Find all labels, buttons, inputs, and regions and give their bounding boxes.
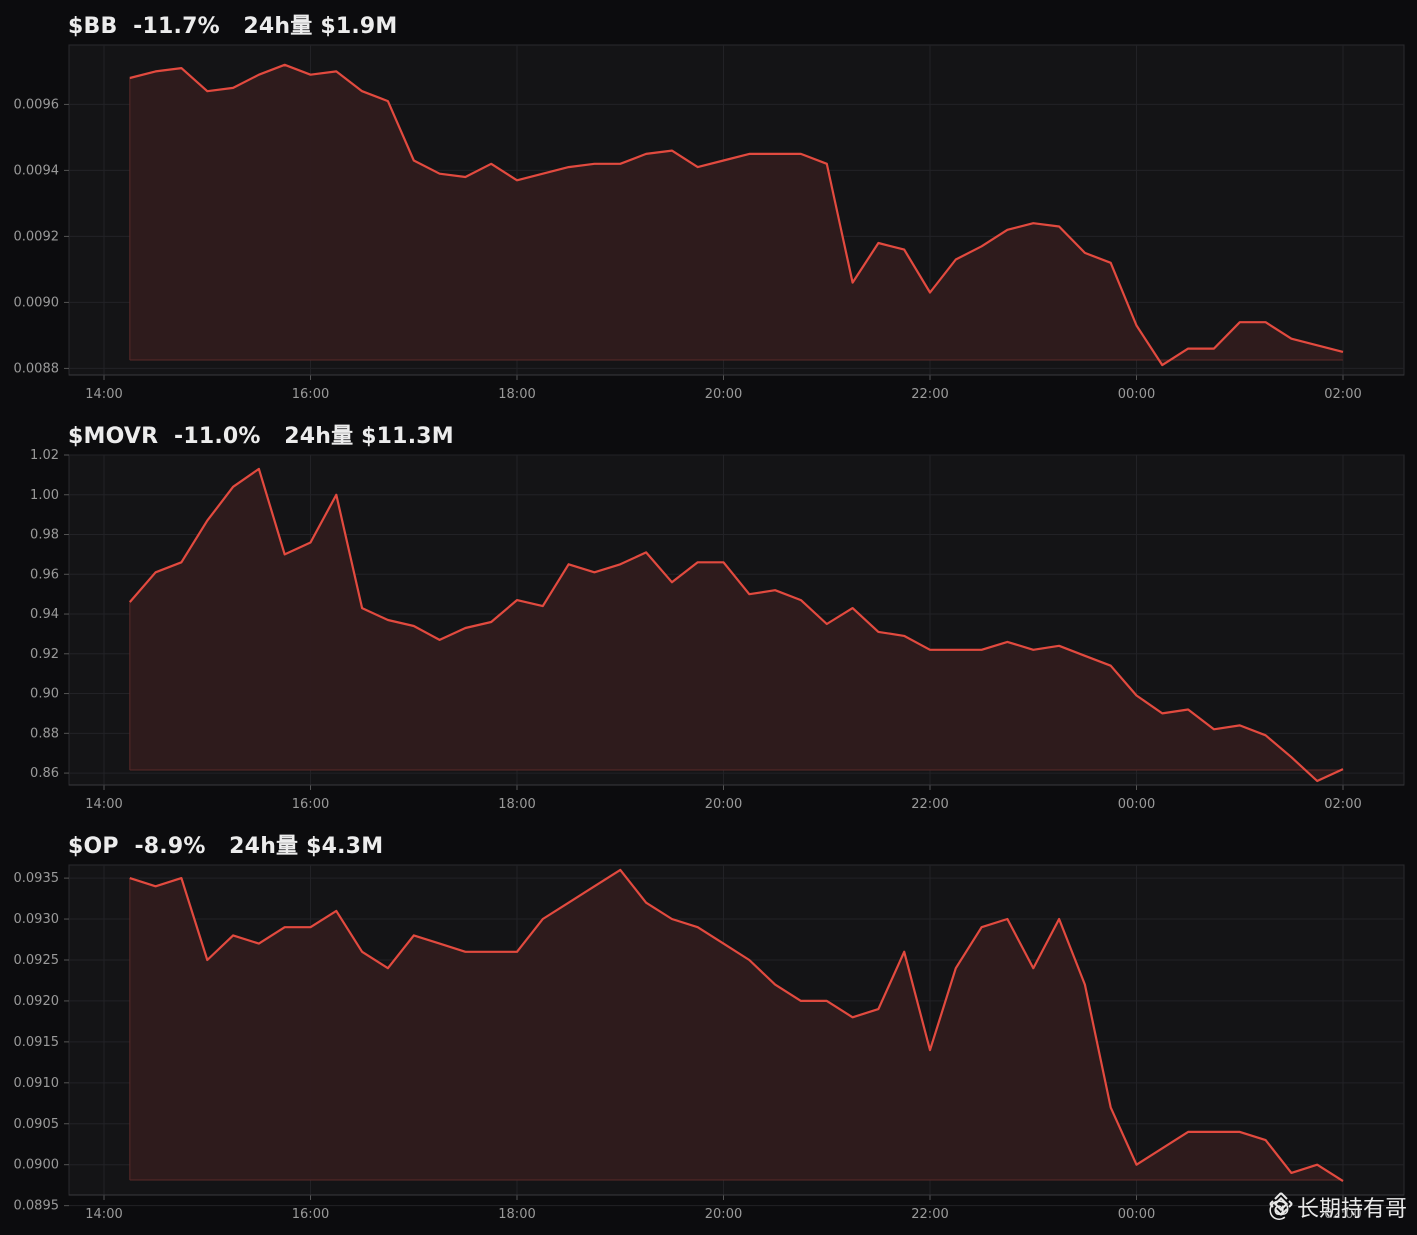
x-tick-label: 16:00	[292, 1207, 329, 1222]
chart-op: $OP -8.9% 24h量 $4.3M 0.0895 0.0900 0.0905 0…	[0, 820, 1417, 1230]
y-tick-label: 0.92	[30, 647, 59, 662]
x-tick-label: 14:00	[85, 1207, 122, 1222]
x-tick-label: 00:00	[1118, 1207, 1155, 1222]
chart-svg-movr: 0.86 0.88 0.90 0.92 0.94 0.96 0.98 1.00 1.02 14:0…	[30, 448, 1405, 812]
y-tick-label: 0.0930	[14, 912, 60, 927]
x-tick-label: 18:00	[498, 387, 535, 402]
x-tick-label: 00:00	[1118, 387, 1155, 402]
y-tick-label: 0.94	[30, 607, 59, 622]
x-tick-label: 14:00	[85, 797, 122, 812]
x-tick-label: 02:00	[1324, 387, 1361, 402]
chart-svg-op: 0.0895 0.0900 0.0905 0.0910 0.0915 0.0920 0.09…	[14, 864, 1405, 1222]
y-tick-label: 0.0910	[14, 1076, 60, 1091]
y-tick-label: 0.0092	[14, 229, 60, 244]
y-tick-label: 0.0088	[14, 361, 60, 376]
y-tick-label: 1.00	[30, 488, 59, 503]
x-tick-label: 22:00	[911, 1207, 948, 1222]
x-tick-label: 18:00	[498, 797, 535, 812]
x-tick-label: 18:00	[498, 1207, 535, 1222]
x-tick-label: 20:00	[705, 1207, 742, 1222]
y-tick-label: 0.0935	[14, 871, 60, 886]
y-tick-label: 0.0090	[14, 295, 60, 310]
y-tick-label: 0.98	[30, 528, 59, 543]
binance-logo-icon	[1269, 1192, 1293, 1216]
y-tick-label: 0.0920	[14, 994, 60, 1009]
y-tick-label: 0.90	[30, 687, 59, 702]
x-tick-label: 22:00	[911, 387, 948, 402]
x-tick-label: 16:00	[292, 797, 329, 812]
y-tick-label: 0.86	[30, 766, 59, 781]
y-tick-label: 0.0900	[14, 1158, 60, 1173]
y-tick-label: 0.0925	[14, 953, 60, 968]
y-tick-label: 0.0895	[14, 1199, 60, 1214]
y-tick-label: 0.0096	[14, 97, 60, 112]
y-tick-label: 0.0915	[14, 1035, 60, 1050]
y-tick-label: 0.96	[30, 567, 59, 582]
x-tick-label: 22:00	[911, 797, 948, 812]
x-tick-label: 02:00	[1324, 797, 1361, 812]
y-tick-label: 0.0905	[14, 1117, 60, 1132]
y-tick-label: 1.02	[30, 448, 59, 463]
x-tick-label: 14:00	[85, 387, 122, 402]
x-tick-label: 20:00	[705, 797, 742, 812]
x-tick-label: 16:00	[292, 387, 329, 402]
y-tick-label: 0.88	[30, 726, 59, 741]
watermark: @ 长期持有哥	[1268, 1191, 1407, 1223]
chart-movr: $MOVR -11.0% 24h量 $11.3M 0.86 0.88 0.90 0.9…	[0, 410, 1417, 820]
y-tick-label: 0.0094	[14, 163, 60, 178]
chart-bb: $BB -11.7% 24h量 $1.9M 0.0088 0.0090 0.0092…	[0, 0, 1417, 410]
chart-svg-bb: 0.0088 0.0090 0.0092 0.0094 0.0096 14:00 16:00…	[14, 44, 1405, 402]
x-tick-label: 20:00	[705, 387, 742, 402]
x-tick-label: 00:00	[1118, 797, 1155, 812]
